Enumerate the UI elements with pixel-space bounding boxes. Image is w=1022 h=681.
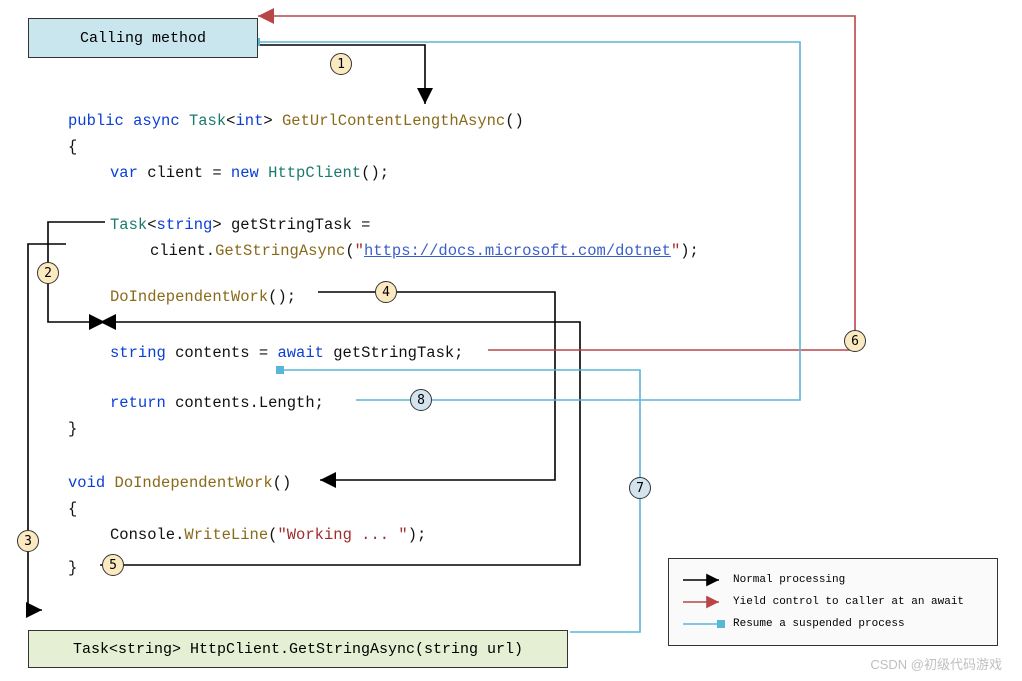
code-line-return: return contents.Length; [110,390,324,416]
step-badge-4: 4 [375,281,397,303]
code-line-close2: } [68,555,77,581]
code-line-task-decl: Task<string> getStringTask = [110,212,370,238]
legend-resume-label: Resume a suspended process [733,618,905,630]
httpclient-box: Task<string> HttpClient.GetStringAsync(s… [28,630,568,668]
legend-box: Normal processing Yield control to calle… [668,558,998,646]
legend-yield: Yield control to caller at an await [681,591,985,613]
watermark: CSDN @初级代码游戏 [870,654,1002,673]
code-line-void-sig: void DoIndependentWork() [68,470,291,496]
step-badge-7: 7 [629,477,651,499]
step-badge-3: 3 [17,530,39,552]
code-line-open1: { [68,134,77,160]
httpclient-label: Task<string> HttpClient.GetStringAsync(s… [73,641,523,658]
code-line-var-client: var client = new HttpClient(); [110,160,389,186]
code-line-doindep-call: DoIndependentWork(); [110,284,296,310]
code-line-writeline: Console.WriteLine("Working ... "); [110,522,426,548]
legend-resume: Resume a suspended process [681,613,985,635]
calling-method-box: Calling method [28,18,258,58]
step-badge-5: 5 [102,554,124,576]
step-badge-6: 6 [844,330,866,352]
legend-yield-label: Yield control to caller at an await [733,596,964,608]
code-line-await: string contents = await getStringTask; [110,340,463,366]
legend-normal: Normal processing [681,569,985,591]
legend-normal-label: Normal processing [733,574,845,586]
code-line-close1: } [68,416,77,442]
step-badge-8: 8 [410,389,432,411]
calling-method-label: Calling method [80,30,206,47]
step-badge-1: 1 [330,53,352,75]
step-badge-2: 2 [37,262,59,284]
code-line-signature: public async Task<int> GetUrlContentLeng… [68,108,524,134]
code-line-getstring: client.GetStringAsync("https://docs.micr… [150,238,699,264]
code-line-open2: { [68,496,77,522]
